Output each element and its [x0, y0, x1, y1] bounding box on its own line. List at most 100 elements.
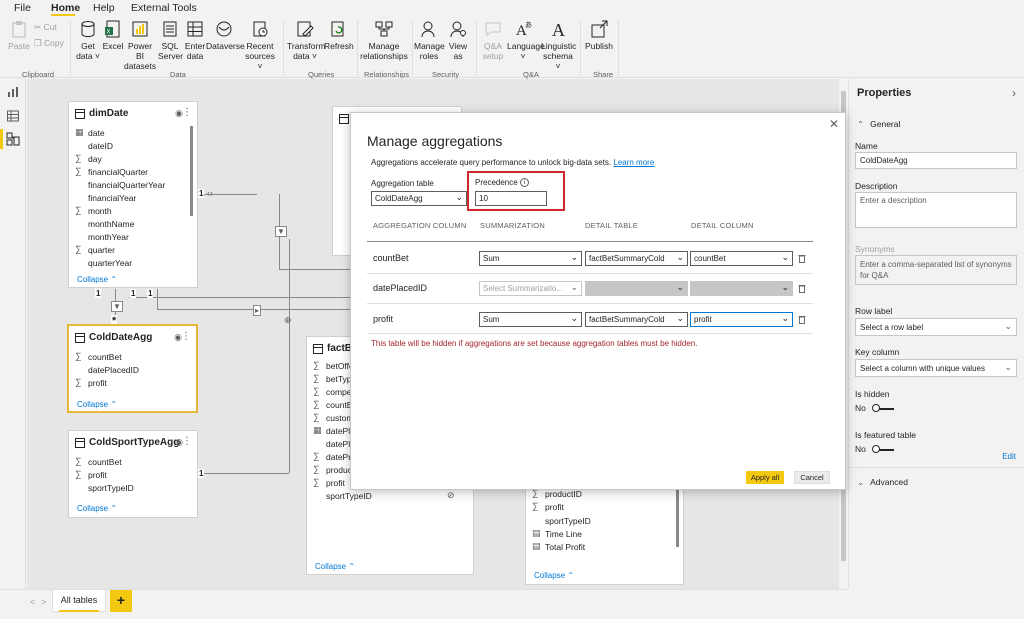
excel-icon: X: [105, 20, 120, 38]
hidden-eye-icon: ⊘: [447, 490, 455, 500]
share-group-label: Share: [593, 70, 614, 79]
manage-roles-button[interactable]: Manage roles: [414, 19, 445, 61]
collapse-link[interactable]: Collapse ⌃: [315, 562, 355, 571]
table-title: ColdDateAgg: [89, 332, 153, 343]
collapse-link[interactable]: Collapse ⌃: [77, 275, 117, 284]
row-rule: [367, 303, 813, 304]
synonyms-input[interactable]: Enter a comma-separated list of synonyms…: [855, 255, 1017, 285]
detail-table-dropdown[interactable]: factBetSummaryCold ⌄: [585, 312, 688, 327]
description-input[interactable]: Enter a description: [855, 192, 1017, 228]
menu-home[interactable]: Home: [51, 2, 80, 14]
cancel-button[interactable]: Cancel: [794, 471, 830, 484]
transform-data-button[interactable]: Transform data ˅: [287, 19, 325, 61]
tab-next-button[interactable]: >: [41, 597, 46, 607]
collapse-link[interactable]: Collapse ⌃: [77, 400, 117, 409]
sigma-icon: ∑: [313, 373, 320, 383]
linguistic-schema-button[interactable]: A Linguistic schema ˅: [541, 19, 576, 71]
column-header-detail-column: DETAIL COLUMN: [691, 221, 754, 230]
chevron-down-icon: ⌄: [781, 313, 789, 323]
menu-help[interactable]: Help: [93, 2, 115, 14]
cardinality-label: 1: [147, 289, 154, 298]
svg-text:X: X: [107, 30, 111, 36]
summarization-dropdown[interactable]: Select Summarizatio... ⌄: [479, 281, 582, 296]
aggregation-table-dropdown[interactable]: ColdDateAgg ⌄: [371, 191, 467, 206]
cut-button[interactable]: ✂ Cut: [34, 22, 57, 33]
table-card-colddateagg[interactable]: ColdDateAgg ◉ ⋮ ∑ countBet datePlacedID ∑…: [67, 324, 198, 413]
close-icon[interactable]: ✕: [829, 117, 839, 131]
powerbi-datasets-button[interactable]: Power BI datasets: [124, 19, 156, 71]
dataverse-button[interactable]: Dataverse: [206, 19, 245, 51]
collapse-pane-icon[interactable]: ›: [1012, 86, 1016, 100]
collapse-link[interactable]: Collapse ⌃: [534, 571, 574, 580]
enter-data-button[interactable]: Enter data: [184, 19, 206, 61]
table-card-summary[interactable]: ∑ productID ∑ profit sportTypeID ▤ Time Lin…: [525, 474, 684, 585]
field-item[interactable]: sportTypeID ⊘: [307, 490, 467, 503]
detail-column-dropdown[interactable]: countBet ⌄: [690, 251, 793, 266]
trash-icon[interactable]: [798, 254, 806, 263]
advanced-section-toggle[interactable]: ⌄ Advanced: [857, 477, 908, 488]
ribbon-separator: [283, 20, 284, 76]
detail-table-dropdown[interactable]: ⌄: [585, 281, 688, 296]
summarization-dropdown[interactable]: Sum ⌄: [479, 251, 582, 266]
add-layout-button[interactable]: +: [110, 590, 132, 612]
precedence-input[interactable]: 10: [475, 191, 547, 206]
more-options-icon[interactable]: ⋮: [182, 436, 192, 447]
model-view-icon[interactable]: [6, 132, 20, 146]
summarization-dropdown[interactable]: Sum ⌄: [479, 312, 582, 327]
is-featured-toggle[interactable]: No: [855, 444, 894, 454]
data-view-icon[interactable]: [6, 109, 20, 123]
linguistic-schema-icon: A: [552, 20, 565, 39]
paste-button[interactable]: Paste: [6, 19, 32, 51]
filter-direction-icon: ▼: [111, 301, 123, 312]
more-options-icon[interactable]: ⋮: [182, 107, 192, 118]
detail-column-dropdown[interactable]: ⌄: [690, 281, 793, 296]
trash-icon[interactable]: [798, 284, 806, 293]
is-hidden-toggle[interactable]: No: [855, 403, 894, 413]
row-label-dropdown[interactable]: Select a row label ⌄: [855, 318, 1017, 336]
report-view-icon[interactable]: [6, 85, 20, 99]
name-input[interactable]: [855, 152, 1017, 169]
general-section-toggle[interactable]: ⌃ General: [857, 119, 900, 130]
detail-column-dropdown[interactable]: profit ⌄: [690, 312, 793, 327]
trash-icon[interactable]: [798, 315, 806, 324]
more-options-icon[interactable]: ⋮: [181, 331, 191, 342]
collapse-link[interactable]: Collapse ⌃: [77, 504, 117, 513]
sql-server-button[interactable]: SQL Server: [158, 19, 183, 61]
aggregation-column-name: profit: [373, 314, 394, 324]
learn-more-link[interactable]: Learn more: [613, 158, 654, 167]
menu-external-tools[interactable]: External Tools: [131, 2, 197, 14]
table-card-dimdate[interactable]: dimDate ◉ ⋮ ▦ date dateID ∑ day ∑ financial…: [68, 101, 198, 288]
column-header-aggregation: AGGREGATION COLUMN: [373, 221, 467, 230]
language-button[interactable]: Aあ Language ˅: [507, 19, 545, 61]
sigma-icon: ∑: [532, 501, 539, 511]
edit-link[interactable]: Edit: [1002, 452, 1016, 461]
name-label: Name: [855, 141, 878, 151]
ribbon-separator: [476, 20, 477, 76]
refresh-button[interactable]: Refresh: [324, 19, 354, 51]
view-as-button[interactable]: View as: [446, 19, 470, 61]
properties-pane: Properties › ⌃General Name Description E…: [848, 79, 1024, 589]
get-data-button[interactable]: Get data ˅: [74, 19, 102, 61]
manage-relationships-button[interactable]: Manage relationships: [360, 19, 408, 61]
qa-setup-button[interactable]: Q&A setup: [480, 19, 506, 61]
excel-button[interactable]: X Excel: [102, 19, 124, 51]
properties-title: Properties: [857, 87, 912, 99]
tab-all-tables[interactable]: All tables: [52, 590, 106, 612]
card-scrollbar[interactable]: [190, 126, 193, 216]
copy-button[interactable]: ❐ Copy: [34, 38, 64, 49]
chevron-down-icon: ⌄: [676, 282, 684, 292]
recent-sources-button[interactable]: Recent sources ˅: [244, 19, 276, 71]
toggle-switch: [871, 444, 894, 453]
key-column-dropdown[interactable]: Select a column with unique values ⌄: [855, 359, 1017, 377]
tab-prev-button[interactable]: <: [30, 597, 35, 607]
chevron-down-icon: ⌄: [570, 313, 578, 323]
filter-direction-icon: ▼: [275, 226, 287, 237]
table-card-coldsporttypeagg[interactable]: ColdSportTypeAgg ◉ ⋮ ∑ countBet ∑ profit s…: [68, 430, 198, 518]
detail-table-dropdown[interactable]: factBetSummaryCold ⌄: [585, 251, 688, 266]
info-icon[interactable]: i: [519, 178, 529, 188]
menu-file[interactable]: File: [14, 2, 31, 14]
sigma-icon: ∑: [313, 399, 320, 409]
synonyms-label: Synonyms: [855, 244, 895, 254]
publish-button[interactable]: Publish: [585, 19, 613, 51]
apply-all-button[interactable]: Apply all: [746, 471, 784, 484]
